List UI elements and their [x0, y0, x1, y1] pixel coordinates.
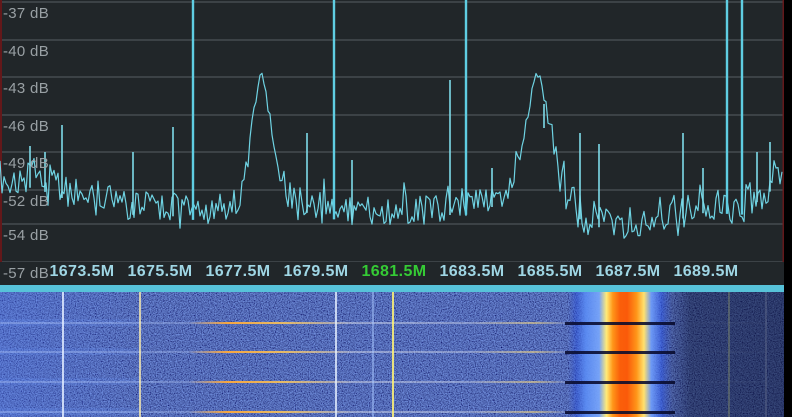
frequency-label[interactable]: 1689.5M: [661, 263, 751, 281]
db-label: -40 dB: [3, 43, 49, 60]
frequency-label[interactable]: 1677.5M: [193, 263, 283, 281]
db-label: -52 dB: [3, 193, 49, 210]
frequency-axis-labels: 1673.5M1675.5M1677.5M1679.5M1681.5M1683.…: [0, 261, 785, 285]
right-margin-strip: [784, 0, 792, 417]
spectrum-panel[interactable]: -37 dB -40 dB -43 dB -46 dB -49 dB -52 dB -54 …: [0, 0, 792, 285]
frequency-label-selected[interactable]: 1681.5M: [349, 263, 439, 281]
spectrum-plot: [0, 0, 792, 267]
frequency-label[interactable]: 1679.5M: [271, 263, 361, 281]
db-label: -49 dB: [3, 155, 49, 172]
waterfall-panel[interactable]: [0, 292, 785, 417]
waterfall-right-shade: [0, 292, 785, 417]
db-label: -37 dB: [3, 5, 49, 22]
db-label: -54 dB: [3, 227, 49, 244]
frequency-axis-bar[interactable]: [0, 285, 785, 292]
frequency-label[interactable]: 1687.5M: [583, 263, 673, 281]
frequency-label[interactable]: 1675.5M: [115, 263, 205, 281]
frequency-label[interactable]: 1685.5M: [505, 263, 595, 281]
db-label: -46 dB: [3, 118, 49, 135]
db-label: -43 dB: [3, 80, 49, 97]
frequency-label[interactable]: 1673.5M: [37, 263, 127, 281]
frequency-label[interactable]: 1683.5M: [427, 263, 517, 281]
sdr-app-screen: -37 dB -40 dB -43 dB -46 dB -49 dB -52 dB -54 …: [0, 0, 792, 417]
